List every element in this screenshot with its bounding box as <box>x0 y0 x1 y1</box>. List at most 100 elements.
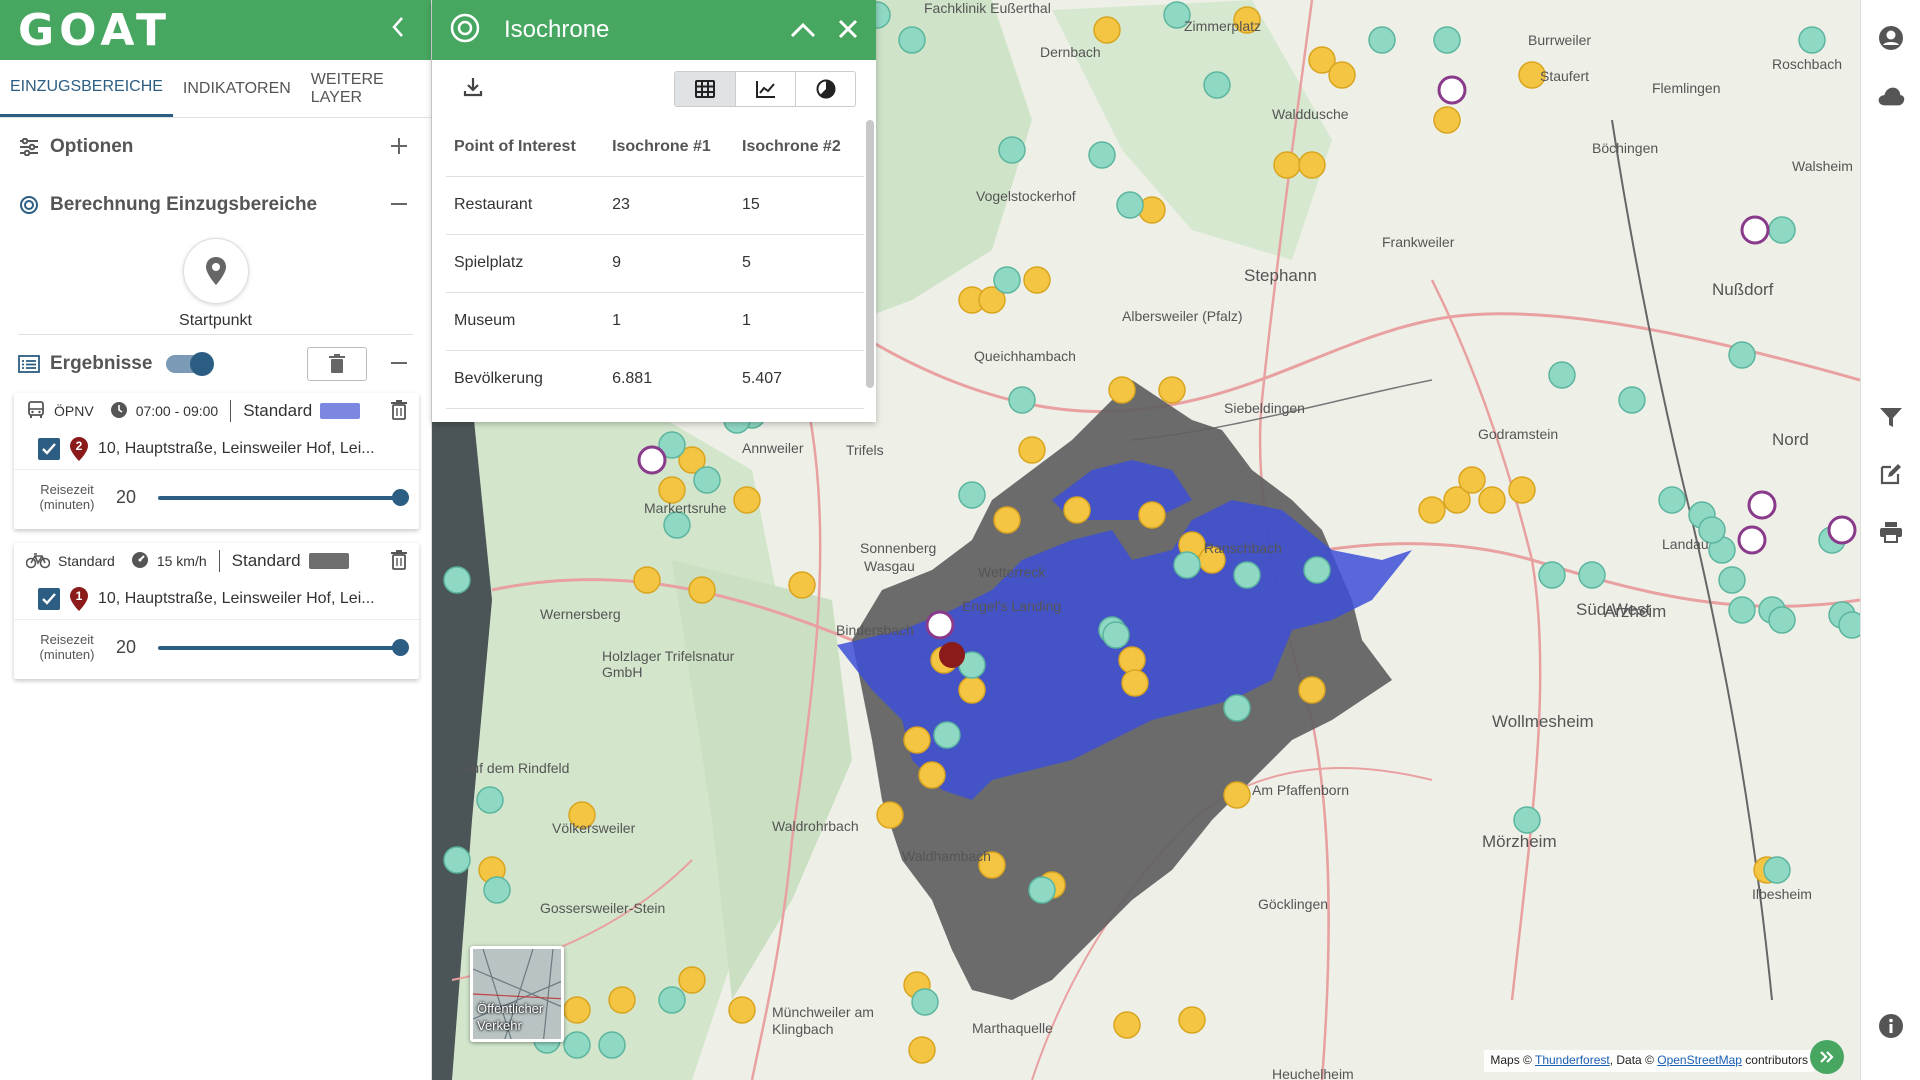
result-visibility-checkbox[interactable] <box>38 588 60 610</box>
place-label: Bindersbach <box>836 622 914 638</box>
style-label: Standard <box>231 551 301 570</box>
column-header: Point of Interest <box>446 118 605 177</box>
bicycle-icon <box>25 551 51 572</box>
view-toggle-group <box>674 71 856 107</box>
checkmark-icon <box>42 443 56 455</box>
start-address: 10, Hauptstraße, Leinsweiler Hof, Lei... <box>98 590 375 607</box>
table-cell: 1 <box>604 292 735 351</box>
print-button[interactable] <box>1877 518 1905 546</box>
place-label: Göcklingen <box>1258 896 1329 912</box>
table-view-button[interactable] <box>675 72 735 106</box>
place-label: Arzheim <box>1604 602 1667 621</box>
line-chart-view-button[interactable] <box>735 72 795 106</box>
travel-time-slider[interactable] <box>158 488 409 506</box>
chevron-left-icon <box>392 17 403 37</box>
sidebar-header: GOAT <box>0 0 431 60</box>
collapse-sidebar-button[interactable] <box>383 14 413 46</box>
filter-icon <box>1880 408 1902 427</box>
edit-button[interactable] <box>1877 460 1905 488</box>
travel-time-slider[interactable] <box>158 638 409 656</box>
place-label: Auf dem Rindfeld <box>462 760 570 776</box>
target-icon <box>18 194 40 216</box>
calculation-section: Berechnung Einzugsbereiche <box>0 176 431 234</box>
cloud-button[interactable] <box>1877 82 1905 110</box>
filter-button[interactable] <box>1877 404 1905 432</box>
table-cell: 1 <box>734 292 864 351</box>
place-label: Landau <box>1662 536 1709 552</box>
tab-indikatoren[interactable]: INDIKATOREN <box>173 60 301 117</box>
clock-icon <box>110 401 128 422</box>
collapse-calculation-button[interactable] <box>385 191 413 219</box>
basemap-switcher[interactable]: Öffentlicher Verkehr <box>470 946 564 1042</box>
place-label: Godramstein <box>1478 426 1559 442</box>
results-label: Ergebnisse <box>50 353 153 374</box>
place-label: Zimmerplatz <box>1184 18 1262 34</box>
place-label: Engel's Landing <box>962 598 1062 614</box>
panel-scrollbar[interactable] <box>866 120 874 388</box>
checkmark-icon <box>42 593 56 605</box>
info-button[interactable] <box>1877 1012 1905 1040</box>
place-label: Waldrohrbach <box>772 818 859 834</box>
tab-einzugsbereiche[interactable]: EINZUGSBEREICHE <box>0 60 173 117</box>
map-attribution: Maps © Thunderforest, Data © OpenStreetM… <box>1484 1050 1814 1072</box>
delete-all-results-button[interactable] <box>307 347 367 381</box>
delete-result-button[interactable] <box>391 549 407 573</box>
isochrone-panel: Isochrone Point of Interest Isochrone #1… <box>432 0 876 422</box>
options-label: Optionen <box>50 136 134 157</box>
place-label: Flemlingen <box>1652 80 1721 96</box>
isochrone-result-card: Standard 15 km/h Standard 1 10, Hauptstr… <box>14 543 419 679</box>
close-panel-button[interactable] <box>838 15 858 46</box>
isochrone-panel-title: Isochrone <box>504 16 610 43</box>
options-section: Optionen <box>0 118 431 176</box>
slider-thumb[interactable] <box>392 488 409 506</box>
download-button[interactable] <box>462 76 484 103</box>
place-label: Holzlager Trifelsnatur GmbH <box>602 648 735 681</box>
place-label: Sonnenberg <box>860 540 937 556</box>
color-swatch[interactable] <box>308 553 349 569</box>
minus-icon <box>391 203 407 205</box>
delete-result-button[interactable] <box>391 399 407 423</box>
download-icon <box>463 77 483 96</box>
calc-number: 1 <box>75 589 83 603</box>
startpoint-button[interactable] <box>182 238 249 304</box>
minus-icon <box>391 362 407 364</box>
list-icon <box>18 353 40 375</box>
plus-icon <box>391 138 407 154</box>
expand-options-button[interactable] <box>385 133 413 161</box>
info-icon <box>1879 1014 1903 1038</box>
column-header: Isochrone #2 <box>734 118 864 177</box>
tab-weitere-layer[interactable]: WEITERE LAYER <box>301 60 431 117</box>
sidebar: GOAT EINZUGSBEREICHE INDIKATOREN WEITERE… <box>0 0 432 1080</box>
line-chart-icon <box>755 81 775 98</box>
isochrone-result-card: ÖPNV 07:00 - 09:00 Standard 2 10, Haupts… <box>14 393 419 529</box>
color-swatch[interactable] <box>320 403 361 419</box>
attribution-text: , Data © <box>1609 1053 1658 1067</box>
table-cell: 5.407 <box>734 350 864 409</box>
user-account-button[interactable] <box>1877 24 1905 52</box>
bus-icon <box>26 400 46 423</box>
trash-icon <box>391 549 407 570</box>
table-cell: 15 <box>734 176 864 235</box>
table-cell: Restaurant <box>446 176 605 235</box>
place-label: Mörzheim <box>1482 832 1557 851</box>
openstreetmap-link[interactable]: OpenStreetMap <box>1657 1053 1742 1067</box>
place-label: Queichhambach <box>974 348 1076 364</box>
separator <box>230 400 232 422</box>
place-label: Frankweiler <box>1382 234 1455 250</box>
start-address: 10, Hauptstraße, Leinsweiler Hof, Lei... <box>98 440 375 457</box>
expand-attribution-button[interactable] <box>1810 1040 1844 1074</box>
thunderforest-link[interactable]: Thunderforest <box>1535 1053 1610 1067</box>
slider-thumb[interactable] <box>392 638 409 656</box>
collapse-results-button[interactable] <box>385 350 413 378</box>
results-visibility-toggle[interactable] <box>166 352 215 376</box>
speedometer-icon <box>131 551 149 572</box>
time-range-label: 07:00 - 09:00 <box>135 403 219 419</box>
result-visibility-checkbox[interactable] <box>38 438 60 460</box>
place-label: Münchweiler am Klingbach <box>772 1004 874 1037</box>
pie-chart-view-button[interactable] <box>795 72 855 106</box>
collapse-panel-button[interactable] <box>790 15 816 46</box>
basemap-label: Öffentlicher Verkehr <box>477 1001 544 1034</box>
sliders-icon <box>18 136 40 158</box>
place-label: Vogelstockerhof <box>976 188 1076 204</box>
place-label: Trifels <box>846 442 884 458</box>
